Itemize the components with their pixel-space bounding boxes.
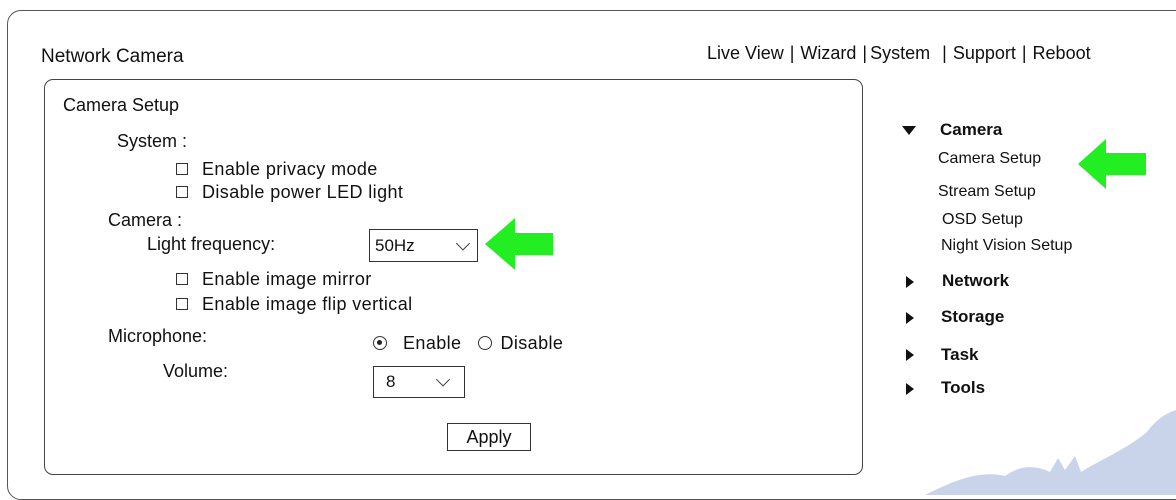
camera-section-label: Camera : xyxy=(108,210,183,230)
mic-enable-radio[interactable] xyxy=(373,336,387,351)
nav-wizard[interactable]: Wizard xyxy=(800,43,856,64)
nav-separator: | xyxy=(862,43,868,63)
sidebar-item-stream-setup[interactable]: Stream Setup xyxy=(938,183,1036,201)
caret-right-icon xyxy=(906,276,914,288)
sidebar-item-osd-setup[interactable]: OSD Setup xyxy=(942,211,1023,229)
caret-right-icon xyxy=(906,349,914,361)
privacy-mode-checkbox[interactable] xyxy=(176,163,188,176)
sidebar-task[interactable]: Task xyxy=(941,345,979,365)
mic-enable-option[interactable]: Enable xyxy=(373,332,462,353)
volume-label: Volume: xyxy=(163,361,229,381)
mic-enable-label: Enable xyxy=(403,332,462,353)
sidebar-item-night-vision-setup[interactable]: Night Vision Setup xyxy=(941,237,1072,255)
privacy-mode-label: Enable privacy mode xyxy=(202,158,378,179)
power-led-label: Disable power LED light xyxy=(202,181,404,202)
mic-disable-option[interactable]: Disable xyxy=(478,332,564,353)
apply-button[interactable]: Apply xyxy=(447,423,531,451)
mic-disable-label: Disable xyxy=(500,332,564,353)
nav-reboot[interactable]: Reboot xyxy=(1033,43,1091,64)
nav-live-view[interactable]: Live View xyxy=(707,43,784,64)
app-title: Network Camera xyxy=(41,46,184,67)
caret-down-icon xyxy=(902,126,916,135)
chevron-down-icon xyxy=(455,235,471,251)
image-mirror-checkbox[interactable] xyxy=(176,273,188,286)
power-led-checkbox[interactable] xyxy=(176,186,188,199)
volume-select[interactable]: 8 xyxy=(373,366,465,398)
light-frequency-label: Light frequency: xyxy=(147,234,276,254)
image-flip-option[interactable]: Enable image flip vertical xyxy=(176,293,413,315)
system-section-label: System : xyxy=(117,131,188,151)
sidebar-network[interactable]: Network xyxy=(942,271,1009,291)
nav-system[interactable]: System xyxy=(870,43,930,64)
microphone-label: Microphone: xyxy=(108,326,208,346)
panel-title: Camera Setup xyxy=(63,95,180,115)
green-arrow-icon xyxy=(1078,139,1146,189)
nav-separator: | xyxy=(789,43,795,63)
image-mirror-label: Enable image mirror xyxy=(202,268,372,289)
volume-value: 8 xyxy=(386,372,396,391)
sidebar-item-camera-setup[interactable]: Camera Setup xyxy=(938,150,1041,168)
caret-right-icon xyxy=(906,312,914,324)
mic-disable-radio[interactable] xyxy=(478,336,493,351)
bat-watermark-icon xyxy=(925,410,1176,495)
sidebar-camera[interactable]: Camera xyxy=(940,120,1002,140)
nav-separator: | xyxy=(1021,43,1027,63)
microphone-options: Enable Disable xyxy=(373,332,563,354)
green-arrow-icon xyxy=(485,218,553,270)
top-navigation: Live View | Wizard | System | Support | Reboot xyxy=(707,43,1091,64)
nav-support[interactable]: Support xyxy=(953,43,1016,64)
caret-right-icon xyxy=(906,383,914,395)
chevron-down-icon xyxy=(435,372,451,387)
light-frequency-value: 50Hz xyxy=(375,235,415,255)
nav-separator: | xyxy=(942,43,947,63)
sidebar-tools[interactable]: Tools xyxy=(941,378,985,398)
image-mirror-option[interactable]: Enable image mirror xyxy=(176,268,372,290)
sidebar-storage[interactable]: Storage xyxy=(941,307,1004,327)
light-frequency-select[interactable]: 50Hz xyxy=(369,229,478,262)
power-led-option[interactable]: Disable power LED light xyxy=(176,181,403,203)
image-flip-checkbox[interactable] xyxy=(176,298,188,311)
privacy-mode-option[interactable]: Enable privacy mode xyxy=(176,158,378,180)
image-flip-label: Enable image flip vertical xyxy=(202,293,413,314)
